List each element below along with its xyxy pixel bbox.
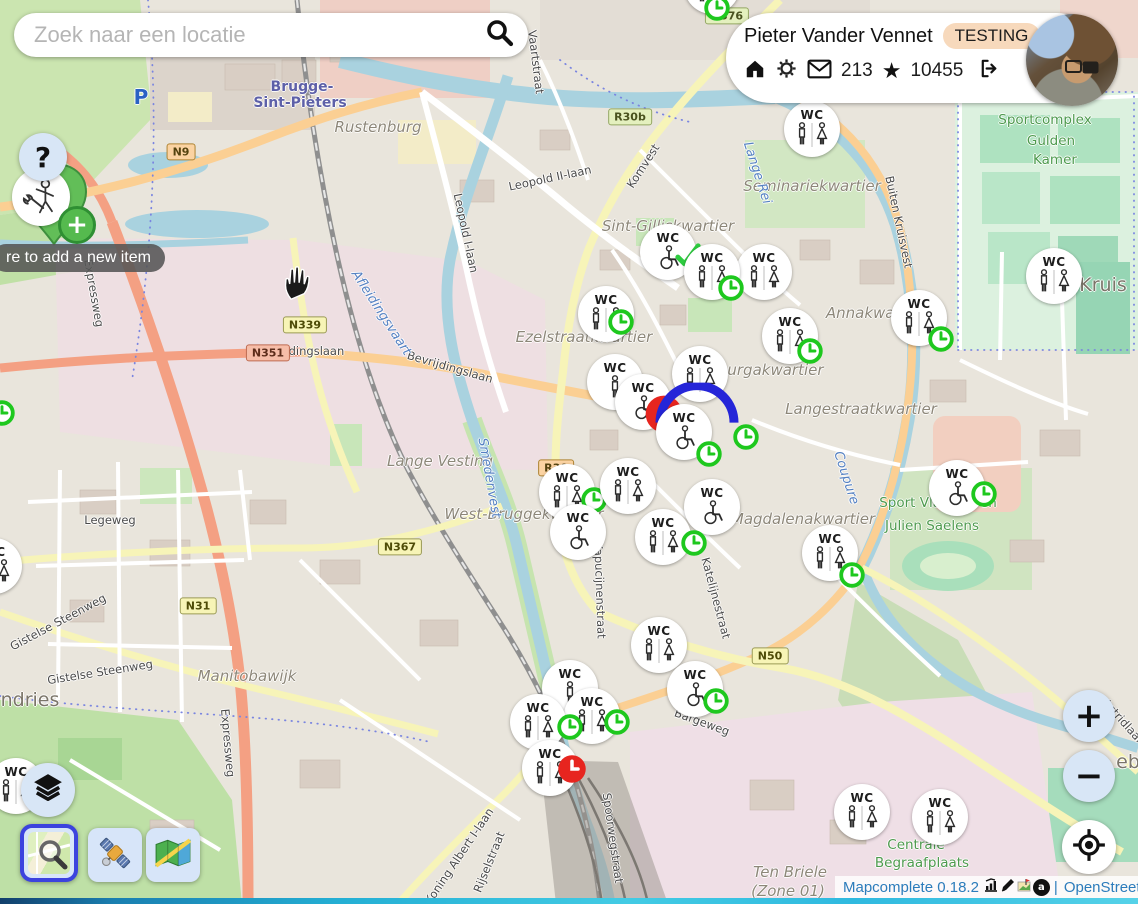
toilet-marker[interactable]: WC: [550, 504, 606, 560]
wc-label: WC: [752, 252, 775, 264]
wc-label: WC: [818, 533, 841, 545]
mapcomplete-app: Brugge-Sint-PietersRustenburgSint-Gillis…: [0, 0, 1138, 904]
opening-hours-open-badge[interactable]: [971, 481, 998, 508]
wc-label: WC: [907, 298, 930, 310]
folded-map-icon: [154, 837, 192, 874]
opening-hours-open-badge[interactable]: [681, 530, 708, 557]
toilet-marker[interactable]: WC: [600, 458, 656, 514]
basemap-style-osm-button[interactable]: [20, 824, 78, 882]
geolocate-button[interactable]: [1062, 820, 1116, 874]
zoom-out-button[interactable]: −: [1063, 750, 1115, 802]
wc-label: WC: [526, 702, 549, 714]
pencil-icon[interactable]: [1000, 877, 1016, 898]
opening-hours-closed-badge[interactable]: [557, 754, 587, 784]
wc-label: WC: [778, 316, 801, 328]
add-item-plus-button[interactable]: +: [58, 206, 96, 244]
opening-hours-open-badge[interactable]: [703, 688, 730, 715]
wc-label: WC: [651, 517, 674, 529]
settings-gear-icon[interactable]: [775, 57, 798, 85]
messages-envelope-icon[interactable]: [807, 59, 832, 84]
opening-hours-open-badge[interactable]: [704, 0, 731, 22]
crosshair-icon: [1072, 828, 1106, 867]
opening-hours-open-badge[interactable]: [718, 275, 745, 302]
wc-label: WC: [945, 468, 968, 480]
opening-hours-open-badge[interactable]: [928, 326, 955, 353]
search-bar[interactable]: [14, 13, 528, 57]
theme-flag-icon[interactable]: [1017, 878, 1032, 898]
logout-icon[interactable]: [978, 57, 1001, 85]
wc-label: WC: [558, 668, 581, 680]
basemap-style-satellite-button[interactable]: [88, 828, 142, 882]
messages-count: 213: [841, 60, 873, 82]
wc-label: WC: [672, 412, 695, 424]
opening-hours-open-badge[interactable]: [839, 562, 866, 589]
map-markers-layer: WC WC WC WC WC WC WC WC WC WC WC WC WC WC WC WC WC WC WC WC…: [0, 0, 1138, 904]
wc-label: WC: [594, 294, 617, 306]
wc-label: WC: [928, 797, 951, 809]
opening-hours-open-badge[interactable]: [797, 338, 824, 365]
opening-hours-open-badge[interactable]: [608, 309, 635, 336]
toilet-marker[interactable]: WC: [631, 617, 687, 673]
statistics-icon[interactable]: [983, 877, 999, 898]
search-icon[interactable]: [484, 17, 516, 54]
attribution-bar: Mapcomplete 0.18.2: [835, 876, 1138, 899]
toilet-marker[interactable]: WC: [684, 479, 740, 535]
opening-hours-open-badge[interactable]: [733, 424, 760, 451]
toilet-marker[interactable]: WC: [834, 784, 890, 840]
wc-label: WC: [631, 382, 654, 394]
toilet-marker[interactable]: WC: [1026, 248, 1082, 304]
osm-map-icon: [28, 832, 70, 874]
wc-label: WC: [800, 109, 823, 121]
toilet-marker[interactable]: WC: [0, 538, 22, 594]
hand-cursor-icon: [281, 266, 315, 307]
toilet-marker[interactable]: WC: [784, 101, 840, 157]
wc-label: WC: [603, 362, 626, 374]
toilet-marker[interactable]: WC: [912, 789, 968, 845]
wc-label: WC: [647, 625, 670, 637]
opening-hours-open-badge[interactable]: [557, 714, 584, 741]
wc-label: WC: [700, 252, 723, 264]
zoom-in-button[interactable]: +: [1063, 690, 1115, 742]
wc-label: WC: [580, 696, 603, 708]
wc-label: WC: [1042, 256, 1065, 268]
wc-label: WC: [555, 472, 578, 484]
attribution-separator: |: [1054, 879, 1058, 896]
help-button[interactable]: ?: [19, 133, 67, 181]
community-icon[interactable]: a: [1033, 879, 1050, 896]
home-icon[interactable]: [744, 58, 766, 85]
user-avatar[interactable]: [1026, 14, 1118, 106]
app-version[interactable]: Mapcomplete 0.18.2: [843, 879, 979, 896]
satellite-icon: [96, 834, 134, 877]
basemap-style-map-button[interactable]: [146, 828, 200, 882]
layers-icon: [32, 772, 64, 809]
wc-label: WC: [850, 792, 873, 804]
star-icon: ★: [882, 60, 902, 82]
wc-label: WC: [566, 512, 589, 524]
osm-link[interactable]: OpenStreetMap: [1064, 879, 1138, 896]
wc-label: WC: [683, 669, 706, 681]
bottom-accent-stripe: [0, 898, 1138, 904]
wc-label: WC: [0, 546, 6, 558]
opening-hours-open-badge[interactable]: [696, 441, 723, 468]
layers-button[interactable]: [21, 763, 75, 817]
search-input[interactable]: [32, 21, 484, 49]
testing-badge: TESTING: [943, 23, 1041, 49]
stars-count: 10455: [910, 60, 963, 82]
wc-label: WC: [700, 487, 723, 499]
opening-hours-open-badge[interactable]: [0, 400, 16, 427]
add-item-tooltip: re to add a new item: [0, 244, 165, 272]
opening-hours-open-badge[interactable]: [604, 709, 631, 736]
user-name: Pieter Vander Vennet: [744, 25, 933, 48]
wc-label: WC: [616, 466, 639, 478]
wc-label: WC: [688, 354, 711, 366]
